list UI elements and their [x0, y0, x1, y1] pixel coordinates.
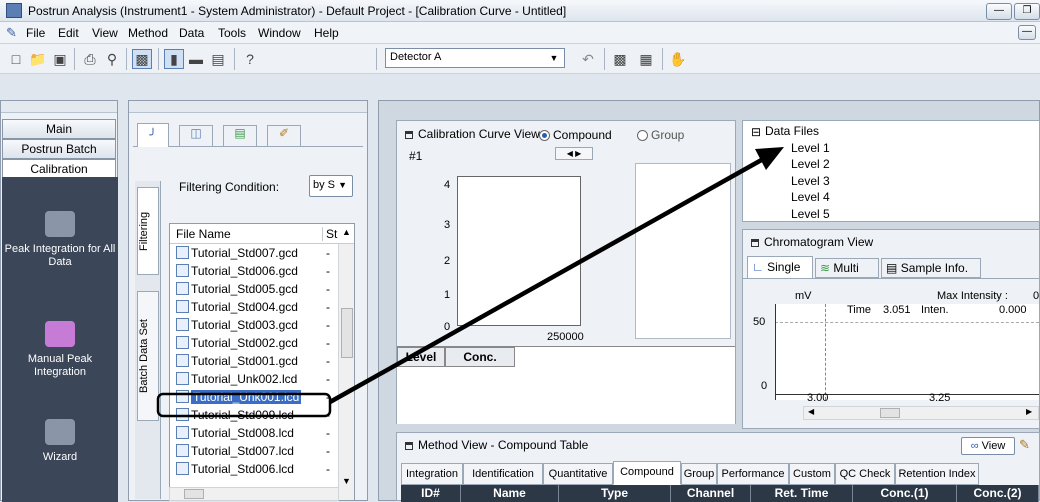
arrow-head [755, 147, 784, 170]
annotation-arrow [156, 147, 784, 418]
arrow-line [328, 156, 767, 404]
highlight-box [156, 392, 332, 418]
